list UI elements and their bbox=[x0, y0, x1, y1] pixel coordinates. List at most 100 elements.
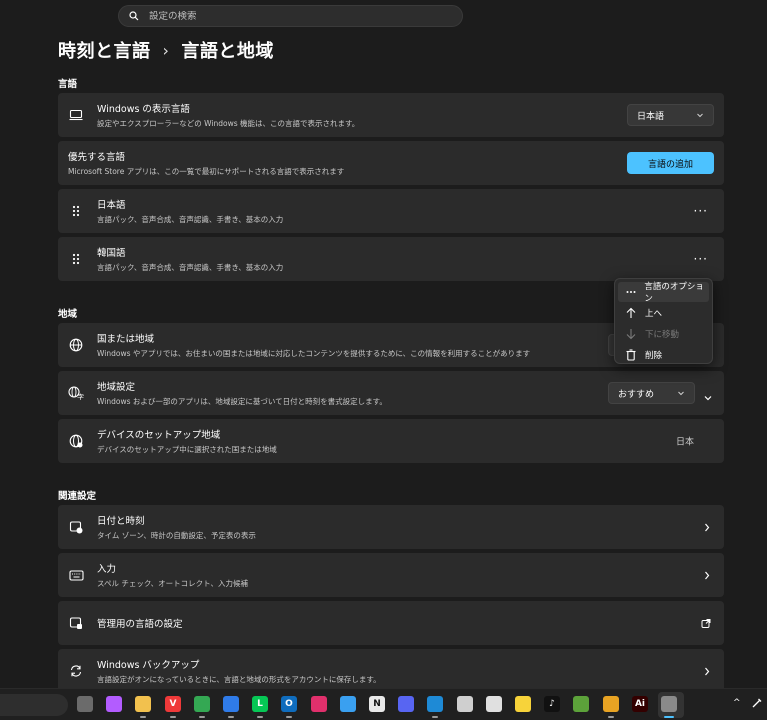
more-icon bbox=[625, 290, 636, 294]
display-language-card: Windows の表示言語 設定やエクスプローラーなどの Windows 機能は… bbox=[58, 93, 724, 137]
setup-region-title: デバイスのセットアップ地域 bbox=[97, 430, 221, 441]
related-item-title: 入力 bbox=[97, 564, 117, 575]
chevron-right-icon bbox=[703, 662, 711, 681]
chevron-right-icon bbox=[703, 566, 711, 585]
drag-handle-icon[interactable] bbox=[68, 251, 84, 267]
vscode-icon[interactable] bbox=[427, 696, 443, 712]
breadcrumb-current: 言語と地域 bbox=[181, 41, 274, 62]
illustrator-icon[interactable]: Ai bbox=[632, 696, 648, 712]
running-indicator bbox=[170, 716, 176, 718]
setup-region-card: デバイスのセットアップ地域 デバイスのセットアップ中に選択された国または地域 日… bbox=[58, 419, 724, 463]
page-title: 時刻と言語 › 言語と地域 bbox=[58, 37, 274, 63]
breadcrumb-separator: › bbox=[162, 40, 170, 60]
more-options-icon[interactable]: ··· bbox=[694, 252, 708, 266]
arrow-down-icon bbox=[625, 328, 637, 340]
notion-icon[interactable]: N bbox=[369, 696, 385, 712]
related-item-title: 管理用の言語の設定 bbox=[97, 619, 183, 630]
related-item-subtitle: スペル チェック、オートコレクト、入力候補 bbox=[97, 579, 249, 588]
related-item-date-time[interactable]: 日付と時刻 タイム ゾーン、時計の自動設定、予定表の表示 bbox=[58, 505, 724, 549]
running-indicator bbox=[664, 716, 674, 718]
copilot-icon[interactable] bbox=[106, 696, 122, 712]
language-item-korean[interactable]: 韓国語 言語パック、音声合成、音声認識、手書き、基本の入力 ··· bbox=[58, 237, 724, 281]
tray-chevron-icon[interactable]: ^ bbox=[733, 698, 741, 708]
menu-item-remove[interactable]: 削除 bbox=[618, 345, 709, 365]
minecraft-icon[interactable] bbox=[573, 696, 589, 712]
running-indicator bbox=[199, 716, 205, 718]
menu-item-move-down: 下に移動 bbox=[618, 324, 709, 344]
chevron-down-icon bbox=[677, 389, 685, 400]
language-features: 言語パック、音声合成、音声認識、手書き、基本の入力 bbox=[97, 215, 284, 224]
breadcrumb-parent[interactable]: 時刻と言語 bbox=[58, 37, 151, 63]
microsoft-store-icon[interactable] bbox=[223, 696, 239, 712]
arrow-up-icon bbox=[625, 307, 637, 319]
section-title-language: 言語 bbox=[58, 79, 78, 90]
running-indicator bbox=[257, 716, 263, 718]
country-region-subtitle: Windows やアプリでは、お住まいの国または地域に対応したコンテンツを提供す… bbox=[97, 349, 531, 358]
running-indicator bbox=[140, 716, 146, 718]
settings-icon[interactable] bbox=[661, 696, 677, 712]
language-features: 言語パック、音声合成、音声認識、手書き、基本の入力 bbox=[97, 263, 284, 272]
drag-handle-icon[interactable] bbox=[68, 203, 84, 219]
line-icon[interactable]: L bbox=[252, 696, 268, 712]
discord-icon[interactable] bbox=[398, 696, 414, 712]
menu-item-label: 言語のオプション bbox=[644, 282, 704, 304]
more-options-icon[interactable]: ··· bbox=[694, 204, 708, 218]
related-item-admin-language[interactable]: 管理用の言語の設定 bbox=[58, 601, 724, 645]
menu-item-language-options[interactable]: 言語のオプション bbox=[618, 282, 709, 304]
preferred-language-title: 優先する言語 bbox=[68, 152, 126, 163]
add-language-button[interactable]: 言語の追加 bbox=[627, 152, 714, 174]
menu-item-label: 上へ bbox=[645, 309, 663, 319]
unity-hub-icon[interactable] bbox=[486, 696, 502, 712]
instagram-icon[interactable] bbox=[311, 696, 327, 712]
language-item-japanese[interactable]: 日本語 言語パック、音声合成、音声認識、手書き、基本の入力 ··· bbox=[58, 189, 724, 233]
chevron-down-icon bbox=[696, 111, 704, 122]
open-external-icon bbox=[701, 614, 711, 633]
related-item-title: Windows バックアップ bbox=[97, 660, 200, 671]
language-name: 日本語 bbox=[97, 200, 126, 211]
language-name: 韓国語 bbox=[97, 248, 126, 259]
notes-icon[interactable] bbox=[340, 696, 356, 712]
related-item-subtitle: タイム ゾーン、時計の自動設定、予定表の表示 bbox=[97, 531, 256, 540]
globe-settings-icon bbox=[68, 433, 84, 449]
task-view-icon[interactable] bbox=[77, 696, 93, 712]
language-context-menu: 言語のオプション 上へ 下に移動 削除 bbox=[614, 278, 713, 364]
search-input[interactable] bbox=[149, 10, 449, 22]
unity-icon[interactable] bbox=[457, 696, 473, 712]
calendar-clock-icon bbox=[68, 519, 84, 535]
tiktok-icon[interactable]: ♪ bbox=[544, 696, 560, 712]
file-explorer-icon[interactable] bbox=[135, 696, 151, 712]
related-item-typing[interactable]: 入力 スペル チェック、オートコレクト、入力候補 bbox=[58, 553, 724, 597]
running-indicator bbox=[286, 716, 292, 718]
taskbar-search-box[interactable] bbox=[0, 694, 68, 716]
display-language-title: Windows の表示言語 bbox=[97, 104, 190, 115]
outlook-icon[interactable]: O bbox=[281, 696, 297, 712]
chrome-profile-icon[interactable] bbox=[603, 696, 619, 712]
sticky-notes-icon[interactable] bbox=[515, 696, 531, 712]
trash-icon bbox=[625, 349, 637, 361]
regional-format-card: 字 地域設定 Windows および一部のアプリは、地域設定に基づいて日付と時刻… bbox=[58, 371, 724, 415]
chevron-right-icon bbox=[703, 518, 711, 537]
backup-sync-icon bbox=[68, 663, 84, 679]
chrome-icon[interactable] bbox=[194, 696, 210, 712]
regional-format-title: 地域設定 bbox=[97, 382, 136, 393]
expand-chevron-icon[interactable] bbox=[703, 388, 713, 407]
section-title-region: 地域 bbox=[58, 309, 78, 320]
regional-format-dropdown[interactable]: おすすめ bbox=[608, 382, 695, 404]
section-title-related: 関連設定 bbox=[58, 491, 97, 502]
settings-window: 時刻と言語 › 言語と地域 言語 Windows の表示言語 設定やエクスプロー… bbox=[0, 0, 767, 720]
preferred-language-subtitle: Microsoft Store アプリは、この一覧で最初にサポートされる言語で表… bbox=[68, 167, 345, 176]
svg-text:字: 字 bbox=[77, 393, 84, 401]
display-language-dropdown[interactable]: 日本語 bbox=[627, 104, 714, 126]
menu-item-label: 下に移動 bbox=[645, 330, 680, 340]
menu-item-move-up[interactable]: 上へ bbox=[618, 303, 709, 323]
menu-item-label: 削除 bbox=[645, 351, 663, 361]
related-item-windows-backup[interactable]: Windows バックアップ 言語設定がオンになっているときに、言語と地域の形式… bbox=[58, 649, 724, 693]
display-language-value: 日本語 bbox=[637, 111, 665, 122]
vivaldi-icon[interactable]: V bbox=[165, 696, 181, 712]
settings-search[interactable] bbox=[118, 5, 463, 27]
regional-format-subtitle: Windows および一部のアプリは、地域設定に基づいて日付と時刻を書式設定しま… bbox=[97, 397, 387, 406]
running-indicator bbox=[608, 716, 614, 718]
taskbar: V L O N ♪ Ai ^ bbox=[0, 688, 767, 720]
related-item-title: 日付と時刻 bbox=[97, 516, 145, 527]
tray-pen-icon[interactable] bbox=[752, 698, 762, 711]
